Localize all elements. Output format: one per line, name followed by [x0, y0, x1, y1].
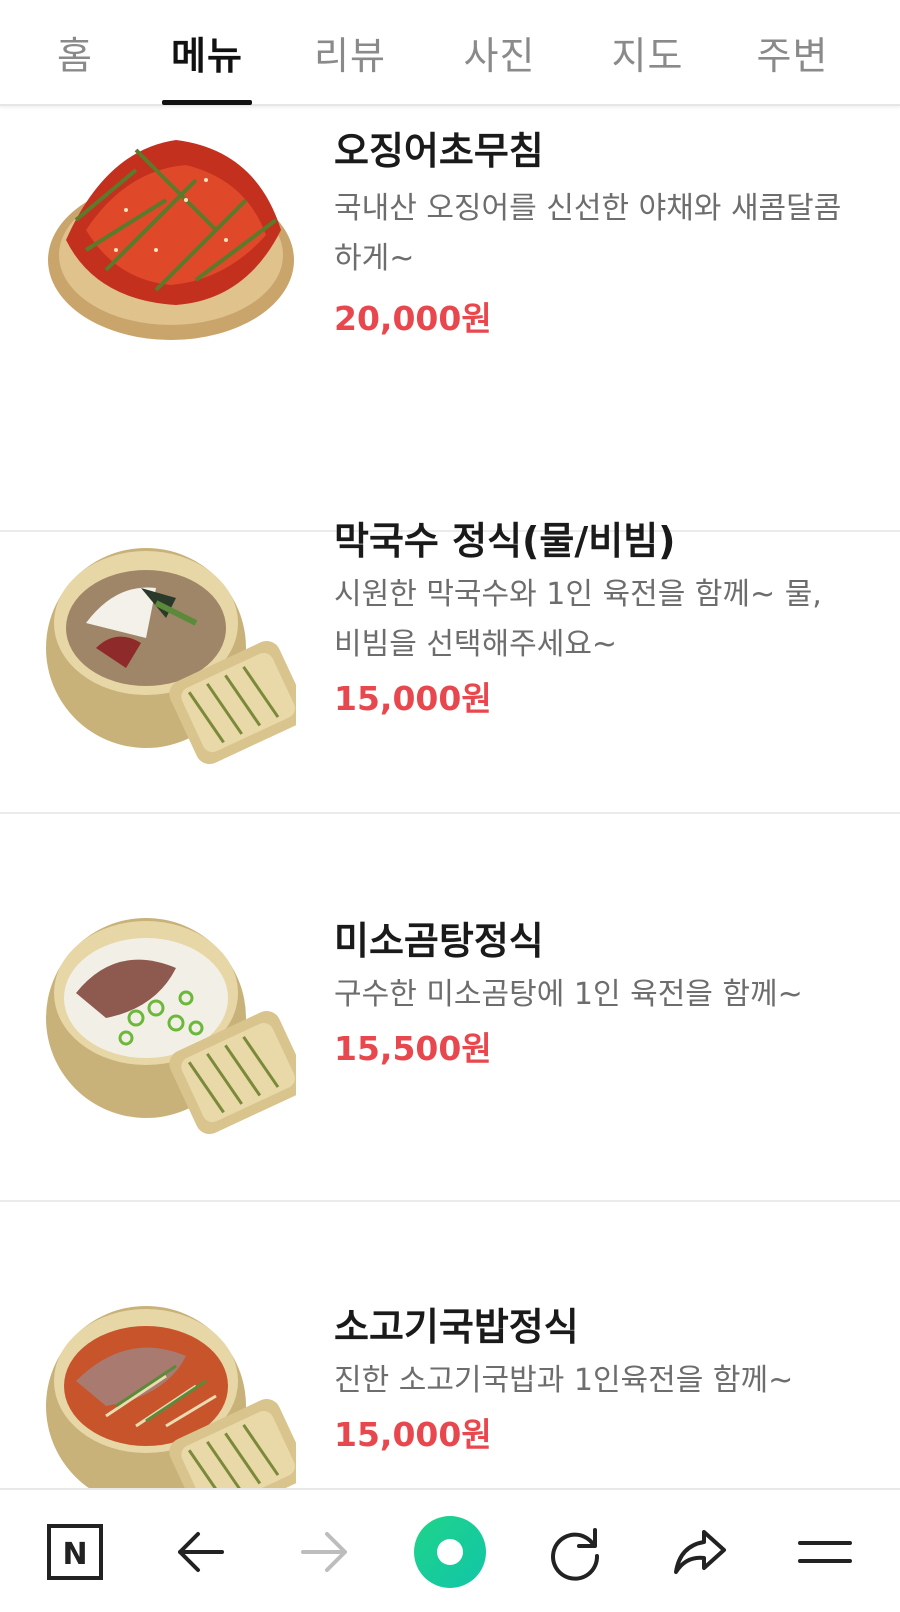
beef-bone-soup-set-photo	[46, 918, 296, 1135]
green-dot-icon	[414, 1516, 486, 1588]
naver-home-icon: N	[47, 1524, 103, 1580]
menu-item-name: 막국수 정식(물/비빔)	[334, 519, 676, 563]
active-tab-indicator	[162, 100, 252, 105]
menu-item-description: 국내산 오징어를 신선한 야채와 새콤달콤하게~	[334, 191, 842, 276]
back-button[interactable]	[160, 1512, 240, 1592]
naver-home-button[interactable]: N	[35, 1512, 115, 1592]
back-arrow-icon	[178, 1532, 224, 1572]
menu-item-buckwheat-noodles[interactable]: 막국수 정식(물/비빔) 시원한 막국수와 1인 육전을 함께~ 물, 비빔을 …	[0, 426, 900, 814]
menu-item-price: 15,000원	[334, 1415, 492, 1454]
menu-icon	[798, 1541, 852, 1563]
reload-icon	[551, 1528, 600, 1581]
menu-item-name: 오징어초무침	[334, 129, 544, 173]
forward-arrow-icon	[301, 1532, 347, 1572]
menu-item-price: 15,500원	[334, 1029, 492, 1068]
tab-reviews[interactable]: 리뷰	[305, 0, 395, 104]
menu-item-price: 20,000원	[334, 299, 492, 338]
menu-item-miso-gomtang[interactable]: 미소곰탕정식 구수한 미소곰탕에 1인 육전을 함께~ 15,500원	[0, 814, 900, 1202]
svg-text:N: N	[62, 1537, 87, 1572]
tab-menu[interactable]: 메뉴	[162, 0, 252, 104]
menu-item-name: 미소곰탕정식	[334, 919, 544, 963]
menu-item-description: 시원한 막국수와 1인 육전을 함께~ 물, 비빔을 선택해주세요~	[334, 577, 822, 662]
green-dot-button[interactable]	[410, 1512, 490, 1592]
squid-salad-photo	[48, 140, 294, 340]
tab-map[interactable]: 지도	[600, 0, 695, 104]
menu-item-name: 소고기국밥정식	[334, 1305, 579, 1349]
menu-item-description: 구수한 미소곰탕에 1인 육전을 함께~	[334, 977, 803, 1012]
tab-nearby[interactable]: 주변	[745, 0, 840, 104]
page: 홈 메뉴 리뷰 사진 지도 주변 오징어초무침 국내산 오징어를 신선한 야채와…	[0, 0, 900, 1612]
share-button[interactable]	[660, 1512, 740, 1592]
reload-button[interactable]	[535, 1512, 615, 1592]
tab-home[interactable]: 홈	[30, 0, 120, 104]
menu-item-description: 진한 소고기국밥과 1인육전을 함께~	[334, 1363, 794, 1398]
bottom-nav-bar: N	[0, 1488, 900, 1612]
menu-button[interactable]	[785, 1512, 865, 1592]
share-icon	[674, 1530, 726, 1574]
top-tab-bar: 홈 메뉴 리뷰 사진 지도 주변	[0, 0, 900, 106]
tab-photos[interactable]: 사진	[452, 0, 547, 104]
buckwheat-noodle-set-photo	[46, 548, 296, 765]
forward-button[interactable]	[285, 1512, 365, 1592]
menu-item-price: 15,000원	[334, 679, 492, 718]
